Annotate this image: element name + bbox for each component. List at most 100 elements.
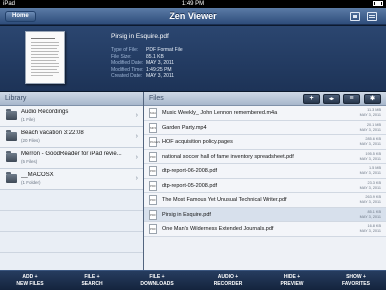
mp4-file-icon: MP4 <box>149 122 157 133</box>
empty-row <box>0 190 143 211</box>
settings-button[interactable]: ✱ <box>364 94 381 104</box>
add-new-files-button[interactable]: ADD + NEW FILES <box>10 274 50 287</box>
library-item[interactable]: __MACOSX (1 Folder) › <box>0 169 143 190</box>
file-size: 85.1 KB <box>367 209 381 214</box>
button-bottom-label: PREVIEW <box>280 280 304 287</box>
file-date: MAY 3, 2011 <box>359 200 381 204</box>
file-date: MAY 3, 2011 <box>359 229 381 233</box>
pdf-file-icon: PDF <box>149 224 157 234</box>
file-info: 85.1 KB MAY 3, 2011 <box>360 210 381 220</box>
meta-key: Created Date: <box>111 73 143 79</box>
pages-file-icon: PAGES <box>149 137 160 147</box>
hide-preview-button[interactable]: HIDE + PREVIEW <box>272 274 312 287</box>
button-bottom-label: RECORDER <box>213 280 243 287</box>
file-row[interactable]: M4A Music Weekly_ John Lennon remembered… <box>144 106 386 121</box>
file-date: MAY 3, 2011 <box>359 185 381 190</box>
library-item-count: (5 Files) <box>21 159 38 164</box>
library-item-count: (20 Files) <box>21 138 40 143</box>
file-row[interactable]: MP4 Garden Party.mp4 20.1 MB MAY 3, 2011 <box>144 120 386 135</box>
chevron-right-icon: › <box>135 154 138 161</box>
file-row[interactable]: PDF dtp-report-06-2008.pdf 1.5 MB MAY 3, … <box>144 164 386 179</box>
folder-icon <box>6 151 17 162</box>
add-button[interactable]: + <box>303 94 320 104</box>
file-size: 16.8 KB <box>367 224 381 228</box>
file-info: 23.3 KB MAY 3, 2011 <box>360 181 381 191</box>
file-size: 11.3 MB <box>367 108 381 112</box>
library-item-name: __MACOSX <box>21 172 54 178</box>
file-search-button[interactable]: FILE + SEARCH <box>72 274 112 287</box>
pdf-file-icon: PDF <box>149 166 157 176</box>
pdf-file-icon: PDF <box>149 195 157 205</box>
file-info: 1.5 MB MAY 3, 2011 <box>360 166 381 176</box>
m4a-file-icon: M4A <box>149 108 157 118</box>
library-item-name: Beach vacation 3:22:08 <box>21 130 84 136</box>
status-bar: iPad 1:49 PM <box>0 0 386 8</box>
library-item-count: (1 Folder) <box>21 180 41 185</box>
empty-row <box>0 232 143 253</box>
show-favorites-button[interactable]: SHOW + FAVORITES <box>333 274 379 287</box>
button-bottom-label: DOWNLOADS <box>140 280 174 287</box>
file-row[interactable]: PDF The Most Famous Yet Unusual Technica… <box>144 193 386 208</box>
file-row[interactable]: PDF dtp-report-05-2008.pdf 23.3 KB MAY 3,… <box>144 178 386 193</box>
pages-icon[interactable] <box>367 12 377 21</box>
file-date: MAY 3, 2011 <box>359 156 381 161</box>
file-name: The Most Famous Yet Unusual Technical Wr… <box>162 197 287 203</box>
file-size: 263.9 KB <box>365 195 381 199</box>
file-name: Music Weekly_ John Lennon remembered.m4a <box>162 110 278 116</box>
meta-value: MAY 3, 2011 <box>146 73 175 79</box>
file-row[interactable]: PDF national soccer hall of fame invento… <box>144 149 386 164</box>
pdf-file-icon: PDF <box>149 180 157 191</box>
battery-icon <box>373 1 383 6</box>
file-size: 1.5 MB <box>368 166 381 170</box>
file-date: MAY 3, 2011 <box>359 171 381 175</box>
fullscreen-icon[interactable] <box>350 12 360 21</box>
clock: 1:49 PM <box>181 1 205 7</box>
library-item[interactable]: Merron - GoodReader for iPad revie... (5… <box>0 148 143 169</box>
button-bottom-label: SEARCH <box>81 280 103 287</box>
app-title: Zen Viewer <box>169 11 217 21</box>
button-bottom-label: NEW FILES <box>16 280 44 287</box>
file-name: Garden Party.mp4 <box>162 124 207 131</box>
folder-icon <box>6 172 17 183</box>
file-info: 11.3 MB MAY 3, 2011 <box>360 108 381 118</box>
file-row-selected[interactable]: PDF Pirsig in Esquire.pdf 85.1 KB MAY 3, … <box>144 207 386 222</box>
library-item-name: Audio Recordings <box>21 109 69 115</box>
pdf-file-icon: PDF <box>149 209 157 220</box>
file-name: HOF acquisition policy.pages <box>162 139 233 145</box>
file-name: Pirsig in Esquire.pdf <box>162 211 211 218</box>
document-thumbnail[interactable] <box>25 31 65 84</box>
file-row[interactable]: PAGES HOF acquisition policy.pages 285.6… <box>144 135 386 150</box>
files-list: M4A Music Weekly_ John Lennon remembered… <box>144 106 386 270</box>
library-item[interactable]: Audio Recordings (1 File) › <box>0 106 143 127</box>
library-list: Audio Recordings (1 File) › Beach vacati… <box>0 106 143 274</box>
audio-recorder-button[interactable]: AUDIO + RECORDER <box>206 274 250 287</box>
file-info: 16.8 KB MAY 3, 2011 <box>360 224 381 234</box>
file-metadata: Type of File: PDF Format File File Size: 8… <box>111 47 183 80</box>
file-name: national soccer hall of fame inventory s… <box>162 153 294 160</box>
file-info: 195.5 KB MAY 3, 2011 <box>360 152 381 162</box>
home-button[interactable]: Home <box>5 11 36 22</box>
file-size: 20.1 MB <box>366 122 381 127</box>
file-name: dtp-report-06-2008.pdf <box>162 168 218 174</box>
file-name: dtp-report-05-2008.pdf <box>162 182 218 189</box>
library-item[interactable]: Beach vacation 3:22:08 (20 Files) › <box>0 127 143 148</box>
file-name: One Man's Wilderness Extended Journals.p… <box>162 226 274 232</box>
file-downloads-button[interactable]: FILE + DOWNLOADS <box>133 274 181 287</box>
preview-file-title: Pirsig in Esquire.pdf <box>111 33 169 40</box>
file-date: MAY 3, 2011 <box>359 113 381 117</box>
folder-icon <box>6 109 17 120</box>
folder-icon <box>6 130 17 141</box>
list-view-button[interactable]: ≡ <box>343 94 360 104</box>
file-date: MAY 3, 2011 <box>359 214 381 219</box>
files-header: Files + ◂▸ ≡ ✱ <box>144 92 386 106</box>
chevron-right-icon: › <box>135 112 138 119</box>
preview-panel: Pirsig in Esquire.pdf Type of File: PDF F… <box>0 26 386 91</box>
library-item-count: (1 File) <box>21 117 36 122</box>
title-bar: Zen Viewer Home <box>0 8 386 25</box>
library-item-name: Merron - GoodReader for iPad revie... <box>21 151 122 157</box>
files-header-label: Files <box>149 95 164 102</box>
library-header: Library <box>0 92 143 106</box>
file-row[interactable]: PDF One Man's Wilderness Extended Journa… <box>144 222 386 237</box>
file-size: 23.3 KB <box>367 180 381 185</box>
move-button[interactable]: ◂▸ <box>323 94 340 104</box>
